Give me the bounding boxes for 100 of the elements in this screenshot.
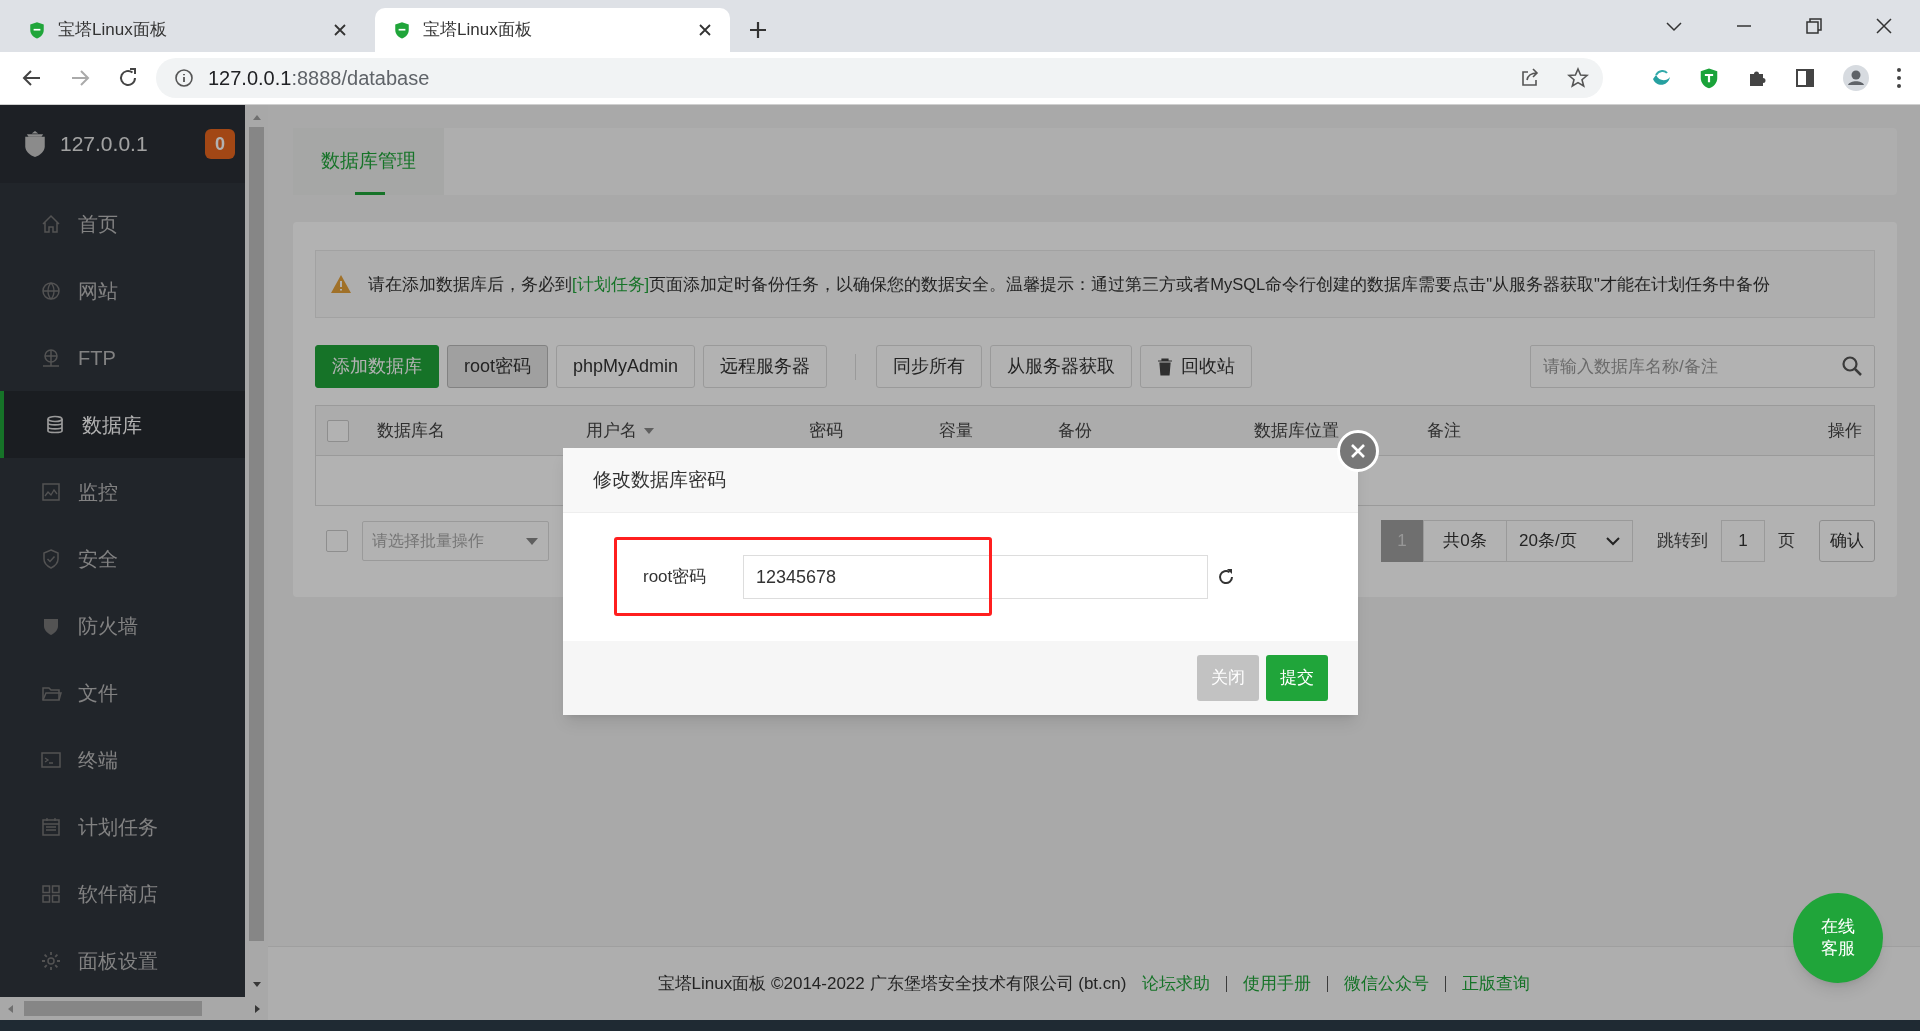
sidebar-label: 文件: [78, 680, 118, 706]
sidebar-item[interactable]: 监控: [0, 458, 245, 525]
sidebar-label: FTP: [78, 345, 116, 371]
star-icon[interactable]: [1567, 67, 1589, 89]
grid-icon: [40, 882, 62, 905]
toolbar-button[interactable]: 远程服务器: [703, 345, 828, 388]
profile-avatar-icon[interactable]: [1842, 64, 1870, 92]
sidebar-item[interactable]: 面板设置: [0, 927, 245, 994]
url-text: 127.0.0.1:8888/database: [208, 66, 430, 91]
footer-link[interactable]: 使用手册: [1243, 970, 1312, 997]
network-globe-icon: [40, 346, 62, 369]
more-menu-icon[interactable]: [1896, 67, 1902, 89]
new-tab-plus-icon[interactable]: [748, 20, 768, 40]
search-field[interactable]: 请输入数据库名称/备注: [1530, 345, 1875, 388]
sidebar-label: 网站: [78, 278, 118, 304]
scroll-down-arrow-icon[interactable]: [251, 981, 262, 989]
column-header[interactable]: 备份: [1058, 417, 1092, 444]
column-header[interactable]: 备注: [1427, 417, 1461, 444]
column-header[interactable]: 操作: [1828, 417, 1862, 444]
sidebar-label: 面板设置: [78, 948, 158, 974]
favicon-shield-icon: [28, 21, 46, 39]
sidebar-label: 安全: [78, 546, 118, 572]
restore-icon[interactable]: [1804, 16, 1824, 36]
page-tab[interactable]: 数据库管理: [293, 128, 444, 195]
browser-tab[interactable]: 宝塔Linux面板: [10, 8, 365, 52]
batch-action-select[interactable]: 请选择批量操作: [362, 521, 549, 561]
tab-title: 宝塔Linux面板: [58, 19, 168, 42]
notification-badge[interactable]: 0: [205, 129, 235, 159]
browser-tab[interactable]: 宝塔Linux面板: [375, 8, 730, 52]
toolbar-button[interactable]: 从服务器获取: [990, 345, 1133, 388]
sidebar-item[interactable]: 网站: [0, 257, 245, 324]
shield-extension-icon[interactable]: [1698, 67, 1720, 89]
shield-logo-icon: [22, 130, 48, 158]
confirm-button[interactable]: 确认: [1819, 520, 1875, 562]
jump-label: 跳转到: [1657, 530, 1708, 553]
close-icon[interactable]: [698, 23, 712, 37]
close-icon[interactable]: [333, 23, 347, 37]
checkbox[interactable]: [327, 419, 349, 442]
sidebar-item[interactable]: 计划任务: [0, 793, 245, 860]
database-icon: [44, 413, 66, 436]
sidebar-label: 终端: [78, 747, 118, 773]
toolbar-button[interactable]: root密码: [447, 345, 549, 388]
password-field[interactable]: 12345678: [743, 555, 1208, 599]
server-address: 127.0.0.1: [60, 131, 148, 158]
sidebar-item[interactable]: 数据库: [0, 391, 245, 458]
tab-title: 宝塔Linux面板: [423, 19, 533, 42]
scroll-right-arrow-icon[interactable]: [254, 1003, 262, 1014]
alert-text: 请在添加数据库后，务必到[计划任务]页面添加定时备份任务，以确保您的数据安全。温馨提示：通过第三方或者MySQL命令行创建的数据库需要点击"从服务器获取"才能在计划任务中备份: [368, 273, 1770, 295]
calendar-icon: [40, 815, 62, 838]
toolbar-button[interactable]: 添加数据库: [315, 345, 439, 388]
side-panel-icon[interactable]: [1794, 67, 1816, 89]
close-icon[interactable]: [1874, 16, 1894, 36]
sidebar-item[interactable]: 文件: [0, 659, 245, 726]
submit-button[interactable]: 提交: [1266, 655, 1328, 701]
copyright-text: 宝塔Linux面板 ©2014-2022 广东堡塔安全技术有限公司 (bt.cn): [657, 972, 1127, 995]
footer-link[interactable]: 微信公众号: [1344, 970, 1430, 997]
sidebar-item[interactable]: 安全: [0, 525, 245, 592]
page-number-field[interactable]: 1: [1721, 520, 1765, 562]
sidebar-label: 首页: [78, 211, 118, 237]
toolbar-button[interactable]: 同步所有: [876, 345, 983, 388]
column-header[interactable]: 数据库名: [377, 417, 445, 444]
toolbar-button[interactable]: phpMyAdmin: [556, 345, 696, 388]
sidebar-item[interactable]: 终端: [0, 726, 245, 793]
address-bar[interactable]: 127.0.0.1:8888/database: [156, 58, 1603, 98]
search-icon[interactable]: [1841, 355, 1863, 377]
recycle-bin-button[interactable]: 回收站: [1140, 345, 1253, 388]
record-count: 共0条: [1423, 520, 1507, 562]
monitor-chart-icon: [40, 480, 62, 503]
sidebar-label: 防火墙: [78, 613, 138, 639]
sidebar-item[interactable]: 防火墙: [0, 592, 245, 659]
field-label: root密码: [643, 566, 708, 589]
home-icon: [40, 212, 62, 235]
dropdown-caret-icon: [525, 536, 539, 546]
shield-check-icon: [40, 547, 62, 570]
chevron-down-icon: [1606, 536, 1620, 546]
column-header[interactable]: 用户名: [586, 417, 655, 444]
favicon-shield-icon: [393, 21, 411, 39]
column-header[interactable]: 密码: [809, 417, 843, 444]
sidebar-item[interactable]: 软件商店: [0, 860, 245, 927]
column-header[interactable]: 容量: [939, 417, 973, 444]
trash-icon: [1157, 357, 1174, 376]
footer-link[interactable]: 论坛求助: [1142, 970, 1211, 997]
footer-link[interactable]: 正版查询: [1462, 970, 1531, 997]
checkbox[interactable]: [326, 530, 348, 552]
settings-icon: [40, 949, 62, 972]
sidebar-item[interactable]: 首页: [0, 190, 245, 257]
warning-icon: [330, 274, 352, 294]
column-header[interactable]: 数据库位置: [1254, 417, 1339, 444]
scheduled-tasks-link[interactable]: [计划任务]: [572, 274, 650, 293]
page-size-select[interactable]: 20条/页: [1507, 520, 1633, 562]
page-unit-label: 页: [1778, 530, 1795, 553]
globe-icon: [40, 279, 62, 302]
sidebar-item[interactable]: FTP: [0, 324, 245, 391]
dialog-title: 修改数据库密码: [593, 467, 726, 492]
sidebar-label: 数据库: [82, 412, 142, 438]
refresh-icon[interactable]: [1216, 567, 1236, 587]
sidebar-label: 计划任务: [78, 814, 158, 840]
horizontal-scrollbar[interactable]: [0, 997, 268, 1020]
share-icon[interactable]: [1519, 67, 1541, 89]
sort-caret-icon[interactable]: [643, 426, 655, 435]
